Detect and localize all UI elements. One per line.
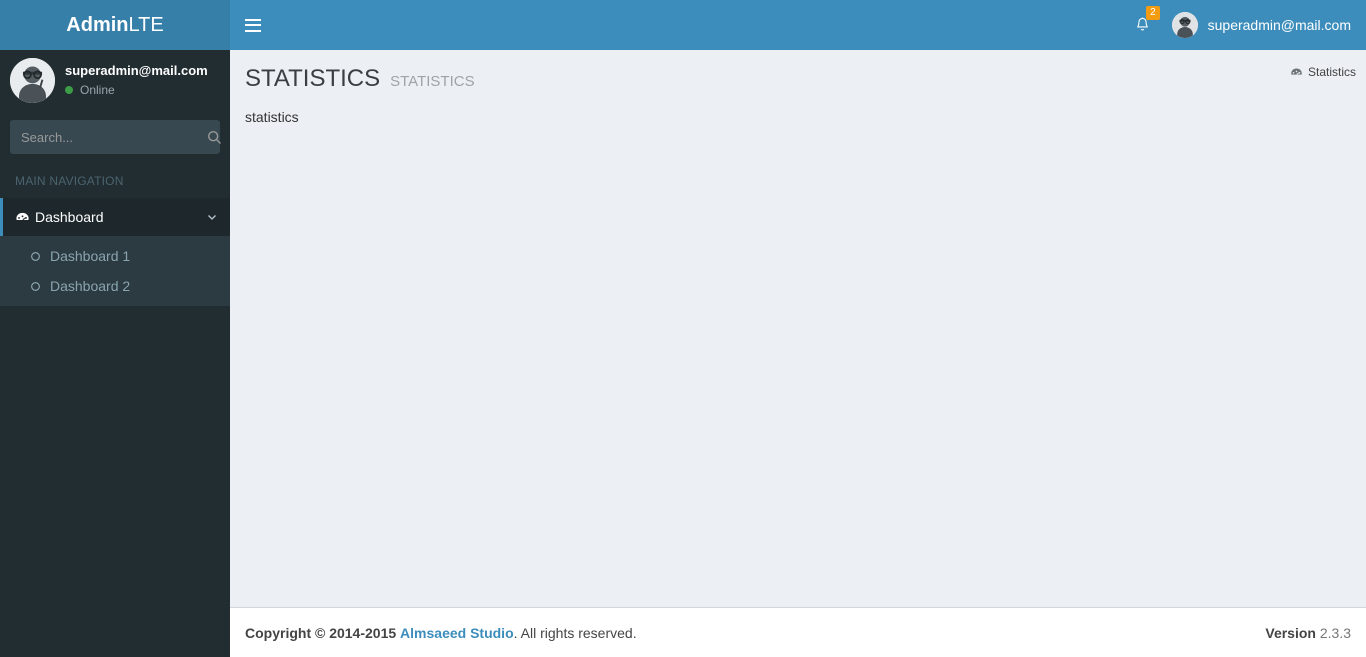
footer-rights-text: . All rights reserved. [513,624,637,641]
logo-light-text: LTE [128,14,164,36]
navbar-right-menu: 2 superadmin@mail.com [1122,0,1366,50]
sidebar-menu: MAIN NAVIGATION Dashboard Dashboard 1 Da… [0,164,230,306]
sidebar-item-dashboard-2-label: Dashboard 2 [50,278,131,294]
sidebar-user-status: Online [65,83,208,97]
search-button[interactable] [207,121,222,153]
circle-online-icon [65,86,73,94]
search-icon [207,130,221,144]
navbar-user-avatar [1171,12,1198,38]
footer-version-number: 2.3.3 [1319,624,1351,641]
app-logo[interactable]: AdminLTE [0,0,230,50]
chevron-glyph [208,215,216,220]
avatar-image [1171,12,1198,38]
sidebar-user-name: superadmin@mail.com [65,63,208,78]
sidebar-user-status-label: Online [80,83,115,97]
avatar-image [10,57,55,103]
sidebar-item-dashboard-1-label: Dashboard 1 [50,248,131,264]
footer-copyright: Copyright © 2014-2015 Almsaeed Studio. A… [245,625,637,641]
page-title-text: STATISTICS [245,65,381,92]
sidebar-user-panel: superadmin@mail.com Online [0,50,230,110]
footer-version: Version 2.3.3 [1265,625,1351,641]
content-body-text: statistics [245,108,299,125]
app-wrapper: AdminLTE 2 superadmin@mail.com superadmi… [0,0,1366,657]
dashboard-glyph [16,212,29,220]
top-navbar: 2 superadmin@mail.com [230,0,1366,50]
content-wrapper: STATISTICS STATISTICS Statistics statist… [230,50,1366,607]
dashboard-icon [1290,66,1303,79]
content-body: statistics [230,94,1366,140]
user-menu-button[interactable]: superadmin@mail.com [1164,0,1366,50]
breadcrumb: Statistics [1290,65,1356,79]
chevron-down-icon [206,211,218,223]
footer-version-label: Version [1265,624,1316,641]
sidebar-item-dashboard-2[interactable]: Dashboard 2 [0,271,230,301]
list-item: Dashboard 1 [0,241,230,271]
list-item: Dashboard 2 [0,271,230,301]
sidebar-item-dashboard: Dashboard Dashboard 1 Dashboard 2 [0,198,230,306]
sidebar-user-avatar [10,57,55,103]
sidebar-user-info: superadmin@mail.com Online [65,63,208,97]
sidebar-toggle-button[interactable] [230,0,275,50]
sidebar-item-dashboard-1[interactable]: Dashboard 1 [0,241,230,271]
circle-o-glyph [31,281,40,291]
page-subtitle: STATISTICS [390,73,475,90]
hamburger-icon [244,18,261,32]
content-header: STATISTICS STATISTICS Statistics [230,50,1366,94]
dashboard-glyph [1291,67,1302,75]
breadcrumb-current: Statistics [1307,65,1356,79]
logo-bold-text: Admin [66,14,129,36]
navbar-user-name: superadmin@mail.com [1207,17,1351,33]
search-input[interactable] [11,121,207,153]
circle-o-icon [30,251,50,262]
sidebar-search-form [10,120,222,154]
sidebar-item-dashboard-label: Dashboard [35,209,104,225]
sidebar-submenu-dashboard: Dashboard 1 Dashboard 2 [0,236,230,306]
sidebar-item-dashboard-link[interactable]: Dashboard [0,198,230,236]
sidebar-menu-header: MAIN NAVIGATION [15,174,124,188]
footer-studio-link[interactable]: Almsaeed Studio [400,625,514,641]
main-header: AdminLTE 2 superadmin@mail.com [0,0,1366,50]
notification-count-badge: 2 [1146,6,1160,20]
footer-copyright-prefix: Copyright © 2014-2015 [245,624,397,641]
circle-o-icon [30,281,50,292]
notifications-button[interactable]: 2 [1122,0,1164,50]
main-sidebar: superadmin@mail.com Online MAIN NAVIGATI… [0,50,230,657]
circle-o-glyph [31,251,40,261]
main-footer: Copyright © 2014-2015 Almsaeed Studio. A… [230,607,1366,657]
dashboard-icon [15,210,35,225]
page-title: STATISTICS STATISTICS [245,65,1351,94]
